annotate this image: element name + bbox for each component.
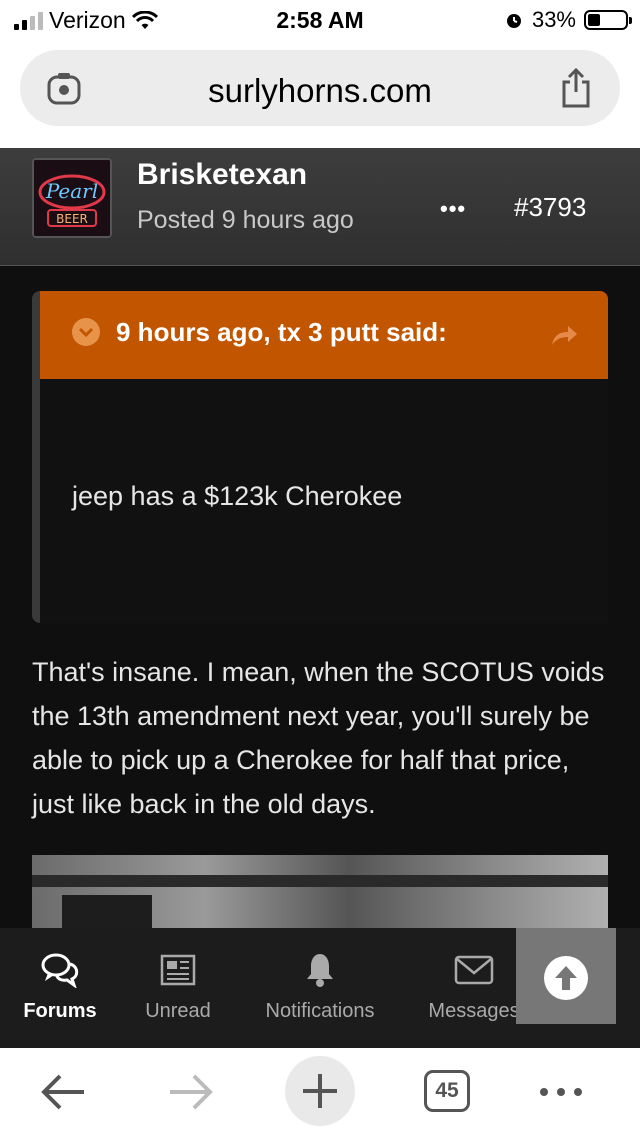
status-right: 33% (504, 7, 632, 33)
author-name[interactable]: Brisketexan (137, 158, 307, 192)
browser-toolbar: surlyhorns.com (0, 42, 640, 148)
more-options-icon[interactable]: ••• (440, 196, 466, 222)
new-tab-button[interactable] (285, 1056, 355, 1126)
tab-label: Forums (23, 1000, 97, 1022)
more-menu-icon[interactable] (536, 1062, 586, 1122)
url-text[interactable]: surlyhorns.com (20, 72, 620, 110)
bell-icon (307, 954, 333, 987)
quote-block: 9 hours ago, tx 3 putt said: jeep has a … (32, 291, 608, 623)
scroll-to-top-button[interactable] (516, 928, 616, 1024)
chevron-down-icon[interactable] (72, 318, 100, 346)
tab-forums[interactable]: Forums (0, 928, 120, 1048)
address-bar[interactable]: surlyhorns.com (20, 50, 620, 126)
tab-unread[interactable]: Unread (118, 928, 238, 1048)
quote-attribution: 9 hours ago, tx 3 putt said: (116, 317, 447, 347)
pearl-beer-logo: Pearl BEER (34, 160, 110, 236)
envelope-icon (454, 955, 494, 985)
battery-percent: 33% (531, 7, 576, 32)
back-arrow-icon[interactable] (38, 1062, 88, 1122)
alarm-icon (506, 14, 521, 28)
quote-text: jeep has a $123k Cherokee (72, 481, 403, 511)
safari-toolbar: 45 (0, 1048, 640, 1136)
tab-notifications[interactable]: Notifications (250, 928, 390, 1048)
post-number[interactable]: #3793 (514, 192, 586, 223)
tab-label: Unread (145, 1000, 211, 1022)
avatar[interactable]: Pearl BEER (32, 158, 112, 238)
tabs-button[interactable]: 45 (424, 1070, 470, 1112)
share-icon[interactable] (560, 68, 592, 108)
forum-tab-bar: Forums Unread Notifications Messages (0, 928, 640, 1048)
forums-icon (41, 953, 79, 988)
unread-icon (160, 954, 196, 986)
post-header: Pearl BEER Brisketexan Posted 9 hours ag… (0, 148, 640, 266)
forward-arrow-icon[interactable] (166, 1062, 216, 1122)
svg-text:Pearl: Pearl (45, 179, 98, 203)
battery-icon (584, 10, 632, 30)
go-to-quote-icon[interactable] (550, 323, 578, 347)
post-timestamp: Posted 9 hours ago (137, 206, 354, 234)
post-body: That's insane. I mean, when the SCOTUS v… (32, 657, 605, 819)
forum-post: Pearl BEER Brisketexan Posted 9 hours ag… (0, 148, 640, 928)
status-bar: Verizon 2:58 AM 33% (0, 0, 640, 42)
tab-label: Notifications (265, 1000, 375, 1022)
quote-header[interactable]: 9 hours ago, tx 3 putt said: (40, 291, 608, 379)
svg-text:BEER: BEER (56, 212, 88, 226)
arrow-up-icon (555, 966, 577, 990)
plus-icon (303, 1074, 337, 1108)
post-image[interactable] (32, 855, 608, 928)
